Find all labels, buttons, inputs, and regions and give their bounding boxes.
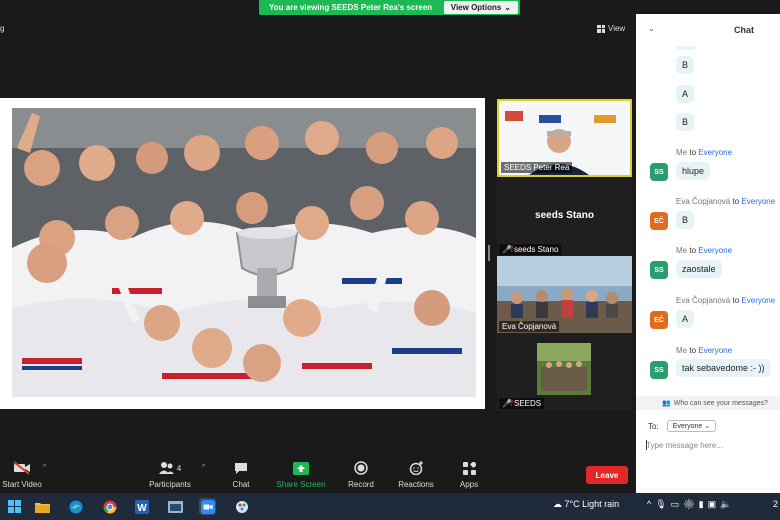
people-icon: 👥	[662, 400, 671, 407]
rain-cloud-icon: ☁	[553, 499, 562, 509]
paint-app-icon[interactable]	[233, 498, 250, 515]
panel-resize-handle[interactable]	[488, 245, 490, 261]
message-bubble: B	[676, 56, 695, 74]
chrome-browser-icon[interactable]	[101, 498, 118, 515]
meeting-stage: You are viewing SEEDS Peter Rea's screen…	[0, 0, 636, 493]
system-tray-icons[interactable]: ^🎙▭⚙▮▣🔈	[647, 499, 735, 510]
participant-name-label: 🎤̸ seeds Stano	[499, 244, 562, 255]
message-bubble: A	[676, 85, 695, 103]
message-meta: Eva Čopjanová to Everyone	[676, 296, 776, 305]
chevron-down-icon: ⌄	[704, 423, 711, 430]
message-bubble: B	[676, 211, 695, 229]
battery-icon: ▮	[698, 499, 708, 509]
chat-title: Chat	[734, 25, 754, 35]
text-cursor	[646, 440, 647, 450]
start-menu-icon[interactable]	[6, 498, 23, 515]
avatar: EČ	[650, 212, 668, 230]
video-off-icon	[0, 460, 44, 476]
screen-share-banner: You are viewing SEEDS Peter Rea's screen…	[259, 0, 520, 15]
avatar: SS	[650, 361, 668, 379]
smiley-plus-icon	[396, 460, 436, 476]
to-label: To:	[648, 421, 659, 431]
message-bubble-partial	[676, 46, 696, 50]
banner-text: You are viewing SEEDS Peter Rea's screen	[269, 3, 433, 12]
participant-tile-eva[interactable]: Eva Čopjanová	[497, 256, 632, 334]
message-bubble: hlupe	[676, 162, 711, 180]
avatar: SS	[650, 261, 668, 279]
message-bubble: zaostale	[676, 260, 722, 278]
network-icon: ▭	[670, 499, 684, 509]
who-can-see-link[interactable]: 👥 Who can see your messages?	[636, 396, 780, 410]
message-meta: Eva Čopjanová to Everyone	[676, 197, 776, 206]
windows-taskbar: W ☁ 7°C Light rain ^🎙▭⚙▮▣🔈 2	[0, 493, 780, 520]
message-bubble: A	[676, 310, 695, 328]
microphone-icon: 🎙	[655, 499, 671, 509]
photo-illustration	[12, 108, 476, 397]
message-bubble: tak sebavedome :- ))	[676, 359, 771, 377]
app-window-icon[interactable]	[167, 498, 184, 515]
edge-browser-icon[interactable]	[67, 498, 84, 515]
message-meta: Me to Everyone	[676, 246, 733, 255]
chat-button[interactable]: Chat	[222, 460, 260, 489]
grid-view-icon	[597, 24, 605, 33]
participants-options-caret[interactable]: ^	[202, 464, 205, 471]
svg-text:W: W	[137, 503, 147, 514]
settings-icon: ⚙	[683, 499, 699, 509]
hockey-team-celebration-photo	[12, 108, 476, 397]
shared-screen	[0, 98, 485, 409]
file-explorer-icon[interactable]	[34, 498, 51, 515]
participant-display-name: seeds Stano	[535, 210, 594, 221]
chevron-down-icon[interactable]: ⌄	[648, 24, 655, 33]
view-options-button[interactable]: View Options ⌄	[443, 1, 518, 14]
view-label: View	[608, 24, 626, 33]
clock-partial: 2	[773, 499, 779, 509]
record-button[interactable]: Record	[344, 460, 378, 489]
chat-header: ⌄ Chat	[636, 14, 780, 46]
message-meta: Me to Everyone	[676, 148, 733, 157]
weather-widget[interactable]: ☁ 7°C Light rain	[553, 499, 619, 510]
mic-muted-icon: 🎤̸	[502, 399, 512, 408]
chat-bubble-icon	[222, 460, 260, 476]
view-button[interactable]: View	[597, 24, 625, 33]
truncated-header-text: g	[0, 24, 5, 33]
participant-name-label: Eva Čopjanová	[499, 321, 560, 332]
message-meta: Me to Everyone	[676, 346, 733, 355]
avatar: EČ	[650, 311, 668, 329]
share-screen-button[interactable]: Share Screen	[276, 460, 326, 489]
share-screen-icon	[276, 460, 326, 476]
record-icon	[344, 460, 378, 476]
zoom-app-icon[interactable]	[199, 498, 216, 515]
volume-icon: 🔈	[720, 499, 736, 509]
participants-icon: 4	[148, 460, 192, 476]
chat-panel: ⌄ Chat B A B Me to Everyone SS hlupe Eva…	[636, 14, 780, 493]
recipient-row: To: Everyone ⌄	[648, 420, 717, 432]
apps-icon	[454, 460, 484, 476]
chevron-down-icon: ⌄	[504, 3, 511, 12]
participant-tile-stano[interactable]: seeds Stano 🎤̸ seeds Stano	[497, 179, 632, 257]
word-app-icon[interactable]: W	[133, 498, 150, 515]
recipient-dropdown[interactable]: Everyone ⌄	[666, 420, 717, 432]
apps-button[interactable]: Apps	[454, 460, 484, 489]
start-video-button[interactable]: Start Video	[0, 460, 44, 489]
avatar: SS	[650, 163, 668, 181]
chat-message-list[interactable]: B A B Me to Everyone SS hlupe Eva Čopjan…	[636, 46, 780, 396]
participant-tile-seeds[interactable]: 🎤̸ SEEDS	[497, 333, 632, 411]
reactions-button[interactable]: Reactions	[396, 460, 436, 489]
chat-message-input[interactable]	[646, 438, 776, 452]
zoom-window: You are viewing SEEDS Peter Rea's screen…	[0, 0, 780, 520]
participants-button[interactable]: 4 Participants	[148, 460, 192, 489]
mic-muted-icon: 🎤̸	[502, 245, 512, 254]
participant-name-label: SEEDS Peter Rea	[501, 162, 573, 173]
message-bubble: B	[676, 113, 695, 131]
view-options-label: View Options	[450, 3, 502, 12]
leave-button[interactable]: Leave	[586, 466, 628, 484]
video-options-caret[interactable]: ^	[43, 464, 46, 471]
participant-name-label: 🎤̸ SEEDS	[499, 398, 545, 409]
participant-tile-peter[interactable]: SEEDS Peter Rea	[497, 99, 632, 177]
zoom-tray-icon: ▣	[707, 499, 721, 509]
participants-count: 4	[176, 463, 182, 473]
meeting-toolbar: Start Video ^ 4 Participants ^ Chat Shar…	[0, 452, 636, 493]
chevron-up-icon: ^	[647, 499, 656, 509]
